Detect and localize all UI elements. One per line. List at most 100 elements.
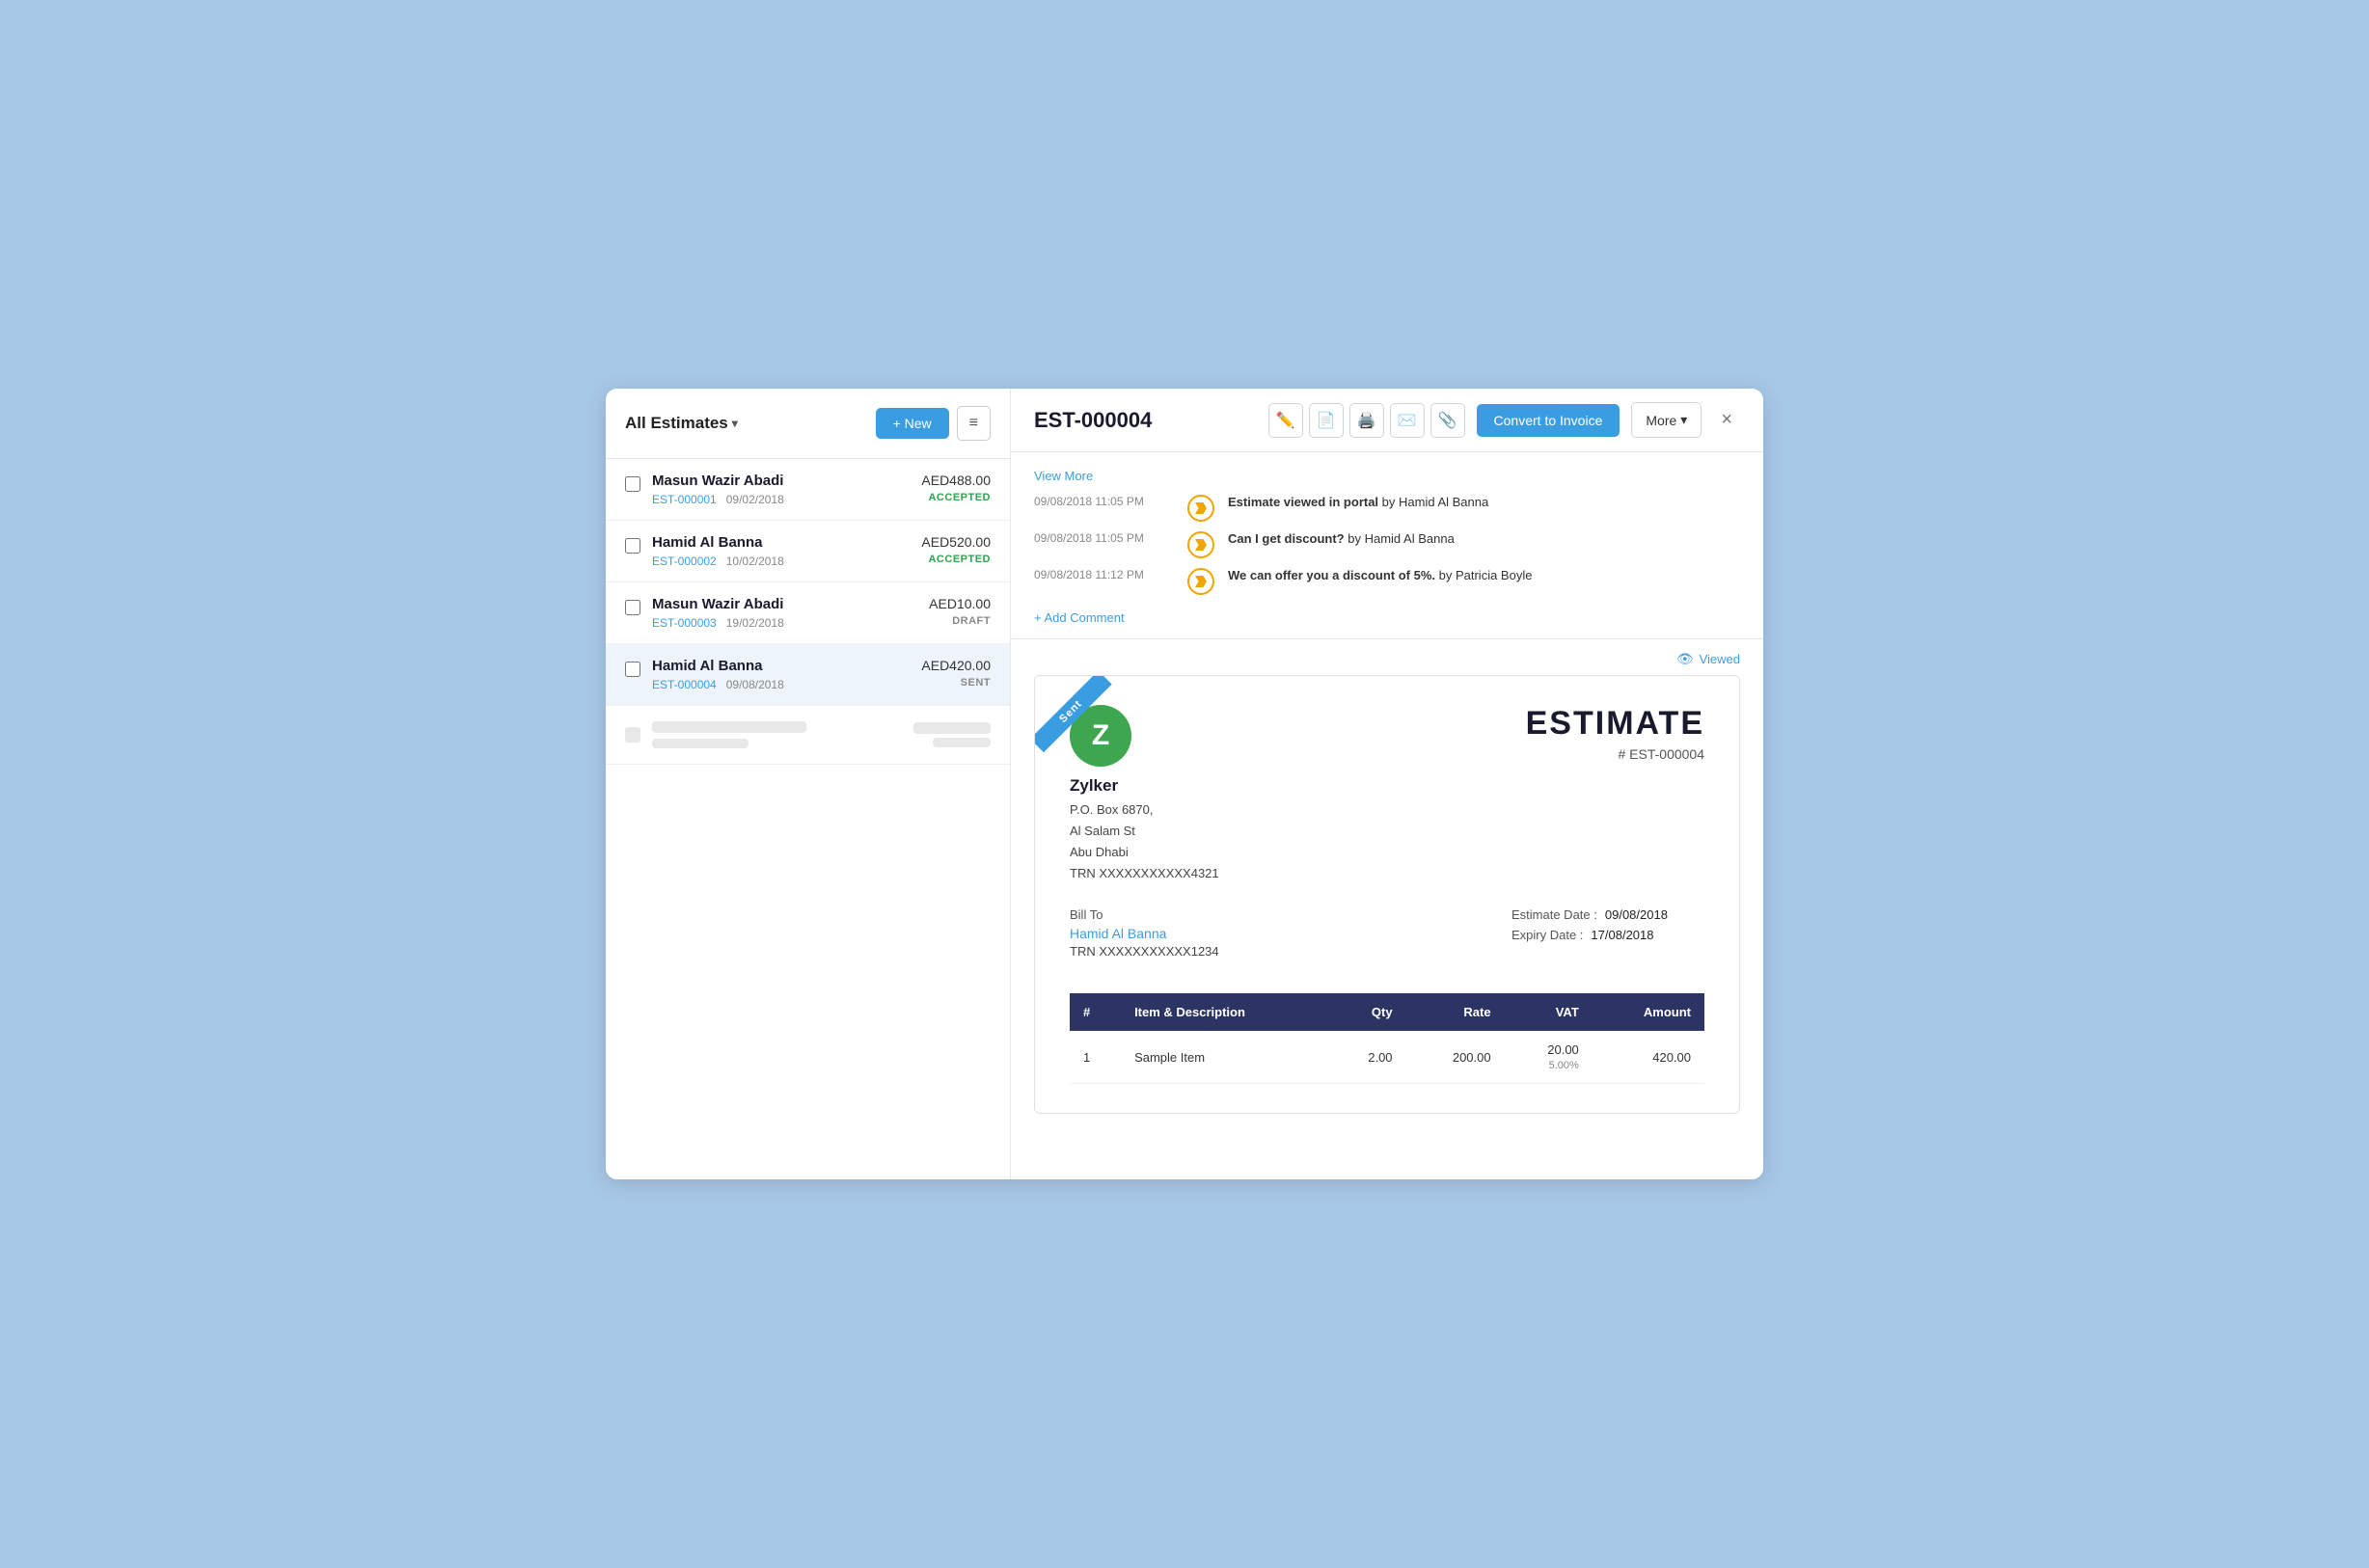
list-item-meta: EST-000001 09/02/2018 [652, 493, 910, 506]
list-item-date: 19/02/2018 [726, 616, 784, 630]
items-table: #Item & DescriptionQtyRateVATAmount 1 Sa… [1070, 993, 1704, 1084]
company-address-line: TRN XXXXXXXXXXX4321 [1070, 863, 1219, 884]
more-chevron-icon: ▾ [1680, 412, 1687, 428]
all-estimates-title: All Estimates ▾ [625, 414, 738, 433]
bill-to-name[interactable]: Hamid Al Banna [1070, 926, 1511, 941]
estimate-date-row: Estimate Date : 09/08/2018 [1511, 907, 1704, 922]
list-item-name: Hamid Al Banna [652, 658, 910, 674]
viewed-label: 👁 Viewed [1034, 651, 1740, 667]
skeleton-checkbox [625, 727, 640, 743]
activity-time: 09/08/2018 11:05 PM [1034, 531, 1174, 545]
skeleton-content [652, 721, 902, 748]
bill-to-section: Bill To Hamid Al Banna TRN XXXXXXXXXXX12… [1070, 907, 1511, 959]
table-header-cell: Item & Description [1121, 993, 1328, 1031]
list-item-meta: EST-000003 19/02/2018 [652, 616, 917, 630]
list-item-content: Masun Wazir Abadi EST-000001 09/02/2018 [652, 473, 910, 506]
list-item-right: AED420.00 SENT [921, 658, 991, 689]
print-icon[interactable]: 🖨️ [1349, 403, 1384, 438]
hamburger-button[interactable]: ≡ [957, 406, 991, 441]
list-item-content: Hamid Al Banna EST-000002 10/02/2018 [652, 534, 910, 568]
expiry-date-label: Expiry Date : [1511, 928, 1583, 942]
list-item-amount: AED10.00 [929, 596, 991, 611]
estimate-date-label: Estimate Date : [1511, 907, 1597, 922]
list-item-name: Masun Wazir Abadi [652, 473, 910, 489]
email-icon[interactable]: ✉️ [1390, 403, 1425, 438]
list-item-amount: AED420.00 [921, 658, 991, 673]
status-badge: SENT [921, 677, 991, 689]
skeleton-amount [913, 722, 991, 734]
table-header: #Item & DescriptionQtyRateVATAmount [1070, 993, 1704, 1031]
activity-text: We can offer you a discount of 5%. by Pa… [1228, 568, 1532, 582]
skeleton-row [606, 706, 1010, 765]
activity-item: 09/08/2018 11:12 PM We can offer you a d… [1034, 568, 1740, 595]
estimate-id: EST-000004 [1034, 408, 1257, 433]
right-header: EST-000004 ✏️ 📄 🖨️ ✉️ 📎 Convert to Invoi… [1011, 389, 1763, 452]
company-block: Z Zylker P.O. Box 6870,Al Salam StAbu Dh… [1070, 705, 1219, 884]
list-item[interactable]: Masun Wazir Abadi EST-000001 09/02/2018 … [606, 459, 1010, 521]
list-item[interactable]: Hamid Al Banna EST-000004 09/08/2018 AED… [606, 644, 1010, 706]
left-header: All Estimates ▾ + New ≡ [606, 389, 1010, 459]
toolbar-icons: ✏️ 📄 🖨️ ✉️ 📎 [1268, 403, 1465, 438]
activity-section: View More 09/08/2018 11:05 PM Estimate v… [1011, 452, 1763, 639]
close-button[interactable]: × [1713, 405, 1740, 435]
row-num: 1 [1070, 1031, 1121, 1084]
estimates-list: Masun Wazir Abadi EST-000001 09/02/2018 … [606, 459, 1010, 1179]
activity-list: 09/08/2018 11:05 PM Estimate viewed in p… [1034, 495, 1740, 595]
list-item-id: EST-000001 [652, 493, 717, 506]
document-section: 👁 Viewed Sent Z Zylker P.O. Box 6870,Al [1011, 639, 1763, 1179]
list-item-id: EST-000004 [652, 678, 717, 691]
app-container: All Estimates ▾ + New ≡ Masun Wazir Abad… [606, 389, 1763, 1179]
activity-item: 09/08/2018 11:05 PM Estimate viewed in p… [1034, 495, 1740, 522]
skeleton-line [652, 721, 806, 733]
list-item[interactable]: Hamid Al Banna EST-000002 10/02/2018 AED… [606, 521, 1010, 582]
row-qty: 2.00 [1328, 1031, 1405, 1084]
expiry-date-row: Expiry Date : 17/08/2018 [1511, 928, 1704, 942]
activity-icon-shape [1195, 539, 1207, 551]
chevron-down-icon: ▾ [732, 417, 738, 430]
activity-icon [1187, 568, 1214, 595]
list-item-name: Masun Wazir Abadi [652, 596, 917, 612]
estimate-document: Sent Z Zylker P.O. Box 6870,Al Salam StA… [1034, 675, 1740, 1114]
header-right-buttons: + New ≡ [876, 406, 991, 441]
list-item-checkbox[interactable] [625, 476, 640, 492]
doc-number: # EST-000004 [1526, 746, 1704, 762]
skeleton-status [933, 738, 991, 747]
activity-icon [1187, 495, 1214, 522]
add-comment-button[interactable]: + Add Comment [1034, 605, 1125, 631]
edit-icon[interactable]: ✏️ [1268, 403, 1303, 438]
activity-text: Can I get discount? by Hamid Al Banna [1228, 531, 1455, 546]
activity-time: 09/08/2018 11:12 PM [1034, 568, 1174, 581]
convert-to-invoice-button[interactable]: Convert to Invoice [1477, 404, 1620, 437]
table-header-row: #Item & DescriptionQtyRateVATAmount [1070, 993, 1704, 1031]
status-badge: ACCEPTED [921, 492, 991, 503]
bill-to-trn: TRN XXXXXXXXXXX1234 [1070, 944, 1511, 959]
doc-title-block: ESTIMATE # EST-000004 [1526, 705, 1704, 762]
new-button[interactable]: + New [876, 408, 949, 439]
doc-body: Z Zylker P.O. Box 6870,Al Salam StAbu Dh… [1035, 676, 1739, 1113]
list-item-checkbox[interactable] [625, 662, 640, 677]
list-item-right: AED520.00 ACCEPTED [921, 534, 991, 565]
list-item[interactable]: Masun Wazir Abadi EST-000003 19/02/2018 … [606, 582, 1010, 644]
list-item-id: EST-000002 [652, 554, 717, 568]
row-vat: 20.005.00% [1505, 1031, 1593, 1084]
company-name: Zylker [1070, 776, 1219, 796]
pdf-icon[interactable]: 📄 [1309, 403, 1344, 438]
list-item-checkbox[interactable] [625, 600, 640, 615]
more-button[interactable]: More ▾ [1631, 402, 1702, 438]
meta-grid: Bill To Hamid Al Banna TRN XXXXXXXXXXX12… [1070, 907, 1704, 978]
view-more-link[interactable]: View More [1034, 469, 1093, 483]
attach-icon[interactable]: 📎 [1430, 403, 1465, 438]
list-item-right: AED10.00 DRAFT [929, 596, 991, 627]
list-item-right: AED488.00 ACCEPTED [921, 473, 991, 503]
list-item-name: Hamid Al Banna [652, 534, 910, 551]
list-item-date: 10/02/2018 [726, 554, 784, 568]
left-panel: All Estimates ▾ + New ≡ Masun Wazir Abad… [606, 389, 1011, 1179]
right-panel: EST-000004 ✏️ 📄 🖨️ ✉️ 📎 Convert to Invoi… [1011, 389, 1763, 1179]
company-address-line: P.O. Box 6870, [1070, 799, 1219, 821]
row-amount: 420.00 [1593, 1031, 1704, 1084]
activity-icon-shape [1195, 502, 1207, 514]
table-header-cell: Rate [1406, 993, 1505, 1031]
estimate-date-value: 09/08/2018 [1605, 907, 1668, 922]
list-item-checkbox[interactable] [625, 538, 640, 554]
list-item-amount: AED488.00 [921, 473, 991, 488]
